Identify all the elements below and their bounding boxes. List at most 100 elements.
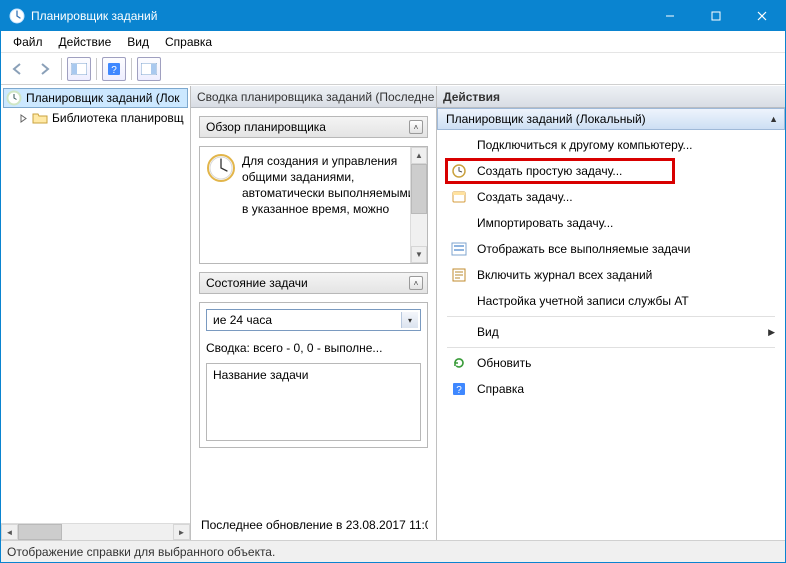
collapse-icon[interactable]: ˄ xyxy=(409,120,423,134)
clock-icon xyxy=(6,90,22,106)
create-task-icon xyxy=(451,189,467,205)
folder-icon xyxy=(32,111,48,125)
overview-text: Для создания и управления общими задания… xyxy=(242,153,421,257)
action-label: Обновить xyxy=(477,356,775,370)
help-button[interactable]: ? xyxy=(102,57,126,81)
running-tasks-icon xyxy=(451,241,467,257)
action-label: Отображать все выполняемые задачи xyxy=(477,242,775,256)
submenu-arrow-icon: ▶ xyxy=(768,327,775,338)
scroll-down-icon[interactable]: ▼ xyxy=(411,246,427,263)
tree-root-scheduler[interactable]: Планировщик заданий (Лок xyxy=(3,88,188,108)
app-icon xyxy=(9,8,25,24)
svg-text:?: ? xyxy=(456,385,462,396)
create-basic-icon xyxy=(451,163,467,179)
action-enable-history[interactable]: Включить журнал всех заданий xyxy=(437,262,785,288)
history-icon xyxy=(451,267,467,283)
action-create-task[interactable]: Создать задачу... xyxy=(437,184,785,210)
minimize-button[interactable] xyxy=(647,1,693,31)
action-help[interactable]: ? Справка xyxy=(437,376,785,402)
help-icon: ? xyxy=(451,381,467,397)
action-connect[interactable]: Подключиться к другому компьютеру... xyxy=(437,132,785,158)
separator xyxy=(447,347,775,348)
collapse-icon[interactable]: ˄ xyxy=(409,276,423,290)
action-label: Настройка учетной записи службы AT xyxy=(477,294,775,308)
menu-help[interactable]: Справка xyxy=(157,33,220,51)
tree-root-label: Планировщик заданий (Лок xyxy=(26,91,180,105)
window-title: Планировщик заданий xyxy=(31,9,647,23)
collapse-icon[interactable]: ▲ xyxy=(769,114,778,124)
show-hide-tree-button[interactable] xyxy=(67,57,91,81)
action-at-account[interactable]: Настройка учетной записи службы AT xyxy=(437,288,785,314)
state-title: Состояние задачи xyxy=(206,276,308,290)
period-dropdown[interactable]: ие 24 часа ▾ xyxy=(206,309,421,331)
task-name-label: Название задачи xyxy=(213,368,309,382)
action-import-task[interactable]: Импортировать задачу... xyxy=(437,210,785,236)
client-area: Планировщик заданий (Лок Библиотека план… xyxy=(1,85,785,540)
separator xyxy=(447,316,775,317)
blank-icon xyxy=(451,293,467,309)
tree-library[interactable]: Библиотека планировщ xyxy=(1,108,190,128)
scroll-up-icon[interactable]: ▲ xyxy=(411,147,427,164)
statusbar: Отображение справки для выбранного объек… xyxy=(1,540,785,562)
summary-header: Сводка планировщика заданий (Последне xyxy=(191,86,436,108)
state-box: ие 24 часа ▾ Сводка: всего - 0, 0 - выпо… xyxy=(199,302,428,448)
action-label: Создать задачу... xyxy=(477,190,775,204)
blank-icon xyxy=(451,215,467,231)
menu-action[interactable]: Действие xyxy=(51,33,120,51)
menu-file[interactable]: Файл xyxy=(5,33,51,51)
menubar: Файл Действие Вид Справка xyxy=(1,31,785,53)
action-show-running[interactable]: Отображать все выполняемые задачи xyxy=(437,236,785,262)
actions-scope-bar[interactable]: Планировщик заданий (Локальный) ▲ xyxy=(437,108,785,130)
tree-library-label: Библиотека планировщ xyxy=(52,111,184,125)
blank-icon xyxy=(451,137,467,153)
overview-groupbar[interactable]: Обзор планировщика ˄ xyxy=(199,116,428,138)
forward-button[interactable] xyxy=(32,57,56,81)
expand-icon[interactable] xyxy=(19,114,28,123)
actions-pane: Действия Планировщик заданий (Локальный)… xyxy=(437,86,785,540)
action-label: Справка xyxy=(477,382,775,396)
toolbar: ? xyxy=(1,53,785,85)
last-update: Последнее обновление в 23.08.2017 11:00 xyxy=(199,516,428,532)
tree-pane: Планировщик заданий (Лок Библиотека план… xyxy=(1,86,191,540)
scroll-thumb[interactable] xyxy=(411,164,427,214)
toolbar-separator xyxy=(96,58,97,80)
tree-hscrollbar[interactable]: ◄ ► xyxy=(1,523,190,540)
summary-pane: Сводка планировщика заданий (Последне Об… xyxy=(191,86,437,540)
action-label: Импортировать задачу... xyxy=(477,216,775,230)
status-text: Отображение справки для выбранного объек… xyxy=(7,545,275,559)
blank-icon xyxy=(451,324,467,340)
scroll-right-icon[interactable]: ► xyxy=(173,524,190,540)
chevron-down-icon[interactable]: ▾ xyxy=(401,312,418,328)
period-value: ие 24 часа xyxy=(213,313,272,327)
scroll-thumb[interactable] xyxy=(18,524,62,540)
maximize-button[interactable] xyxy=(693,1,739,31)
actions-header: Действия xyxy=(437,86,785,108)
titlebar: Планировщик заданий xyxy=(1,1,785,31)
scroll-left-icon[interactable]: ◄ xyxy=(1,524,18,540)
overview-title: Обзор планировщика xyxy=(206,120,326,134)
action-label: Включить журнал всех заданий xyxy=(477,268,775,282)
menu-view[interactable]: Вид xyxy=(119,33,157,51)
window-buttons xyxy=(647,1,785,31)
action-view[interactable]: Вид ▶ xyxy=(437,319,785,345)
toolbar-separator xyxy=(61,58,62,80)
action-label: Создать простую задачу... xyxy=(477,164,775,178)
action-refresh[interactable]: Обновить xyxy=(437,350,785,376)
action-create-basic-task[interactable]: Создать простую задачу... xyxy=(437,158,785,184)
action-label: Вид xyxy=(477,325,758,339)
action-list: Подключиться к другому компьютеру... Соз… xyxy=(437,130,785,404)
overview-box: Для создания и управления общими задания… xyxy=(199,146,428,264)
summary-line: Сводка: всего - 0, 0 - выполне... xyxy=(206,337,421,357)
clock-icon xyxy=(206,153,236,183)
task-name-box[interactable]: Название задачи xyxy=(206,363,421,441)
action-label: Подключиться к другому компьютеру... xyxy=(477,138,775,152)
svg-text:?: ? xyxy=(111,65,117,76)
overview-vscrollbar[interactable]: ▲ ▼ xyxy=(410,147,427,263)
toolbar-separator xyxy=(131,58,132,80)
state-groupbar[interactable]: Состояние задачи ˄ xyxy=(199,272,428,294)
actions-scope-label: Планировщик заданий (Локальный) xyxy=(446,112,646,126)
show-hide-action-button[interactable] xyxy=(137,57,161,81)
refresh-icon xyxy=(451,355,467,371)
close-button[interactable] xyxy=(739,1,785,31)
back-button[interactable] xyxy=(6,57,30,81)
